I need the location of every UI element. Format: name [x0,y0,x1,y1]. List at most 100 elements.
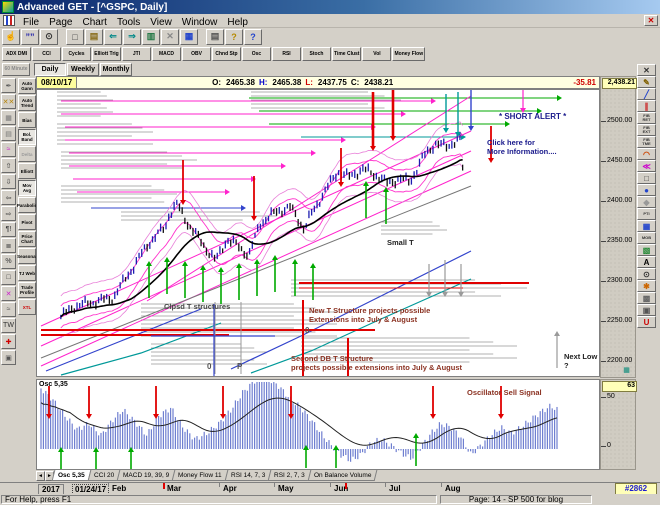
dock-study-parabolic[interactable]: Parabolic [17,197,37,213]
study-button-adx-dmi[interactable]: ADX DMI [2,47,31,61]
pen-tool-button[interactable]: ✒ [1,78,16,93]
gann-grid-button[interactable]: ▦ [1,110,16,125]
study-button-chnd-stp[interactable]: Chnd Stp [212,47,241,61]
hand-tool-button[interactable]: ☝ [2,28,20,45]
dock-study-tj-web[interactable]: TJ Web [18,265,36,281]
oscillator-axis[interactable]: 63 50 0 [600,379,637,470]
color-palette-button[interactable]: ✱ [637,280,656,292]
dock-study-xtl[interactable]: XTL [18,299,36,315]
left-arrow-button[interactable]: ⇦ [1,190,16,205]
timeframe-daily-tab[interactable]: Daily [34,62,66,76]
candle-tool-button[interactable]: ≣ [1,238,16,253]
zoom-tool-button[interactable]: ⊙ [637,268,656,280]
new-page-button[interactable]: □ [66,28,84,45]
rectangle-tool-button[interactable]: □ [637,172,656,184]
rectangle-draw-button[interactable]: □ [1,270,16,285]
parallel-lines-button[interactable]: ∥ [637,100,656,112]
timeframe-weekly-tab[interactable]: Weekly [67,62,99,76]
right-arrow-button[interactable]: ⇨ [1,206,16,221]
page-forward-button[interactable]: ⇒ [123,28,141,45]
up-arrow-button[interactable]: ⇧ [1,158,16,173]
copy-window-button[interactable]: ▣ [637,304,656,316]
dotted-grid-button[interactable]: ▩ [637,292,656,304]
more-info-link[interactable]: Click here for More Information.... [487,138,557,156]
dock-study-mov-avg[interactable]: Mov Avg [18,180,36,196]
elliott-wave-button[interactable]: ≈ [1,142,16,157]
indicator-tab-money-flow-11[interactable]: Money Flow 11 [171,470,229,481]
fan-lines-button[interactable]: ≪ [637,160,656,172]
grid-tool-button[interactable]: ▦ [637,220,656,232]
date-axis-row[interactable]: 2017 01/24/17 #2862 Feb Mar Apr May Jun Jul Au… [0,482,660,495]
study-button-time-clust[interactable]: Time Clust [332,47,362,61]
help-button[interactable]: ? [225,28,243,45]
chart-document-icon[interactable] [3,15,15,26]
menu-tools[interactable]: Tools [112,17,145,28]
window-copy-button[interactable]: ▣ [1,350,16,365]
dock-study-seasonal[interactable]: Seasonal [17,248,37,264]
ruler-button[interactable]: ▤ [1,126,16,141]
menu-chart[interactable]: Chart [77,17,111,28]
gann-circle-button[interactable]: ◠ [637,148,656,160]
study-button-cycles[interactable]: Cycles [62,47,91,61]
menu-help[interactable]: Help [222,17,253,28]
menu-page[interactable]: Page [44,17,77,28]
chart-wizard-button[interactable]: ▦ [180,28,198,45]
study-button-macd[interactable]: MACD [152,47,181,61]
delete-page-button[interactable]: ✕ [161,28,179,45]
percent-tool-button[interactable]: % [1,254,16,269]
dock-study-bol-band[interactable]: Bol. Band [18,129,36,145]
scroll-left-button[interactable]: ◄ [36,471,45,481]
menu-file[interactable]: File [18,17,44,28]
study-button-stoch[interactable]: Stoch [302,47,331,61]
mob-button[interactable]: MOB [637,232,656,244]
study-button-cci[interactable]: CCI [32,47,61,61]
study-button-obv[interactable]: OBV [182,47,211,61]
dock-study-bias[interactable]: Bias [18,112,36,128]
print-button[interactable]: ▤ [206,28,224,45]
indicator-tab-rsi-2-7-3[interactable]: RSI 2, 7, 3 [267,470,312,481]
tw-tool-button[interactable]: TW [1,318,16,333]
fib-extension-button[interactable]: FIB EXT [637,124,656,136]
fib-time-button[interactable]: FIB TME [637,136,656,148]
dock-study-auto-gann[interactable]: Auto Gann [18,78,36,94]
expert-eyes-button[interactable]: ✕✕ [1,94,16,109]
page-back-button[interactable]: ⇐ [104,28,122,45]
fib-retracement-button[interactable]: FIB RET [637,112,656,124]
indicator-tab-rsi-14-7-3[interactable]: RSI 14, 7, 3 [224,470,272,481]
down-arrow-button[interactable]: ⇩ [1,174,16,189]
pti-button[interactable]: PTI [637,208,656,220]
close-chart-button[interactable]: ✕ [644,15,658,26]
context-help-button[interactable]: ? [244,28,262,45]
dock-study-elliott[interactable]: Elliott [18,163,36,179]
price-chart-panel[interactable]: * SHORT ALERT * Click here for More Infor… [36,88,600,377]
undo-button[interactable]: U [637,316,656,328]
waves-button[interactable]: ≈ [1,302,16,317]
lines-tool-button[interactable]: ✕ [1,286,16,301]
timeframe-monthly-tab[interactable]: Monthly [100,62,132,76]
study-button-osc[interactable]: Osc [242,47,271,61]
indicator-tab-osc-5-35[interactable]: Osc 5,35 [51,470,92,481]
trendline-tool-button[interactable]: ╱ [637,88,656,100]
ellipse-tool-button[interactable]: ● [637,184,656,196]
text-tool-button[interactable]: A [637,256,656,268]
menu-window[interactable]: Window [177,17,223,28]
study-button-vol[interactable]: Vol [362,47,392,61]
price-axis[interactable]: 2,438.21 ▦ 2500.00 2450.00 2400.00 2350.00 2… [600,76,637,378]
axis-settings-icon[interactable]: ▦ [620,366,633,375]
dock-study-trade-profile[interactable]: Trade Profile [18,282,36,298]
red-cross-button[interactable]: ✚ [1,334,16,349]
indicator-tab-on-balance-volume[interactable]: On Balance Volume [307,470,378,481]
open-folder-button[interactable]: ▤ [85,28,103,45]
zoom-button[interactable]: ⊙ [40,28,58,45]
oscillator-panel[interactable]: Osc 5,35 Oscillator Sell Signal [36,379,600,470]
dock-study-pivot[interactable]: Pivot [18,214,36,230]
indicator-tab-cci-20[interactable]: CCI 20 [87,470,121,481]
study-button-money-flow[interactable]: Money Flow [392,47,426,61]
indicator-tab-macd-19-39-9[interactable]: MACD 19, 39, 9 [116,470,176,481]
copy-page-button[interactable]: ▥ [142,28,160,45]
dock-study-price-chart[interactable]: Price Chart [18,231,36,247]
quotes-button[interactable]: ”” [21,28,39,45]
dock-study-auto-trend[interactable]: Auto Trend [18,95,36,111]
delete-tool-button[interactable]: ✕ [637,64,656,76]
expert-analysis-button[interactable]: ▧ [637,244,656,256]
